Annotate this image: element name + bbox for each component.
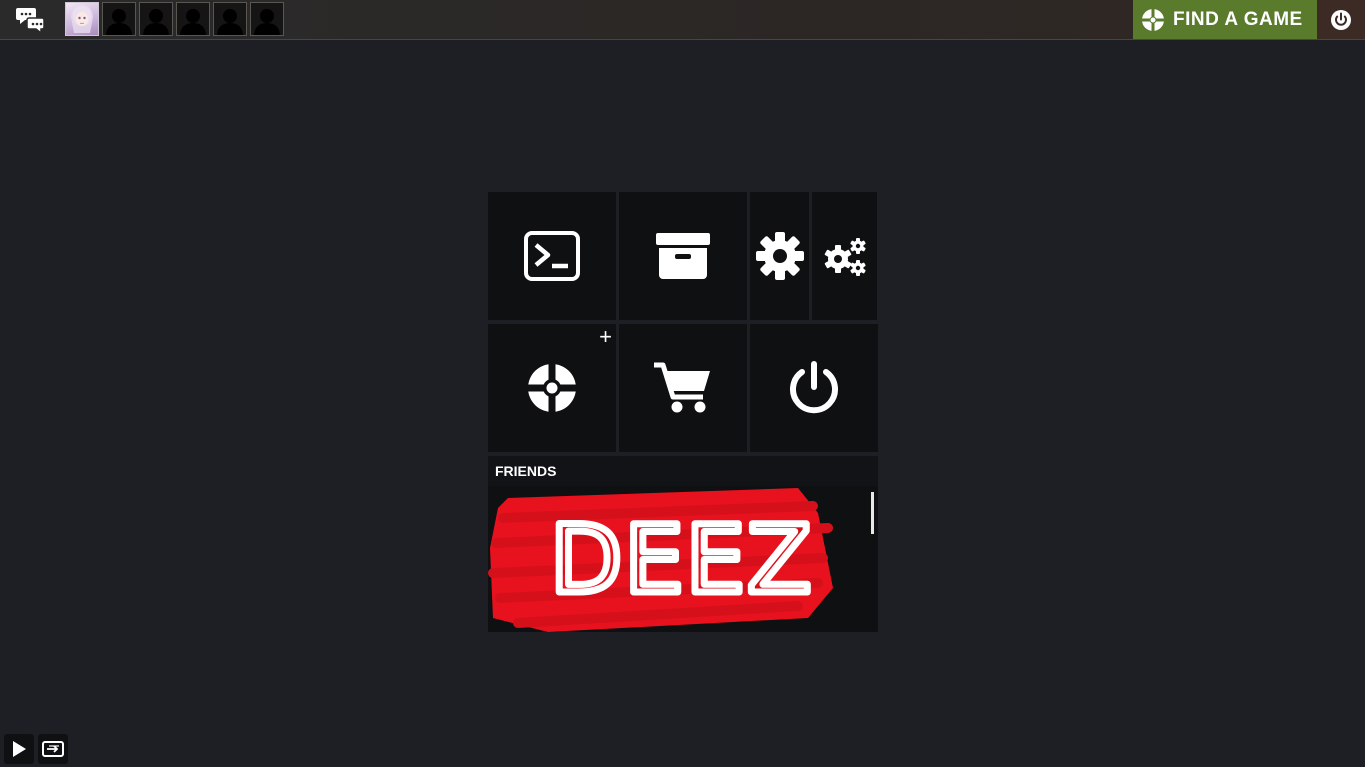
avatar-empty-slot[interactable]: [250, 2, 284, 36]
find-a-game-label: FIND A GAME: [1173, 8, 1303, 30]
cart-icon: [654, 362, 710, 413]
friends-list[interactable]: DEEZ: [488, 488, 878, 632]
silhouette-icon: [106, 9, 132, 35]
top-bar: FIND A GAME: [0, 0, 1365, 40]
create-server-button[interactable]: +: [488, 324, 616, 452]
advanced-options-button[interactable]: [812, 192, 877, 320]
friends-scrollbar[interactable]: [871, 492, 874, 534]
gear-icon: [755, 232, 804, 280]
silhouette-icon: [254, 9, 280, 35]
friends-panel: FRIENDS DEEZ: [488, 456, 878, 632]
power-icon: [790, 361, 838, 414]
quit-button[interactable]: [750, 324, 878, 452]
friends-title: FRIENDS: [488, 456, 878, 486]
avatar-empty-slot[interactable]: [139, 2, 173, 36]
play-icon: [13, 741, 26, 757]
party-avatars: [65, 2, 284, 36]
silhouette-icon: [180, 9, 206, 35]
user-avatar-image: [71, 5, 93, 33]
plus-icon: +: [599, 324, 612, 349]
censor-scribble: DEEZ: [488, 488, 833, 632]
archive-box-icon: [656, 233, 710, 279]
censor-text: DEEZ: [550, 506, 814, 615]
chat-button[interactable]: [0, 0, 62, 39]
replay-button[interactable]: [38, 734, 68, 764]
avatar-empty-slot[interactable]: [176, 2, 210, 36]
tf2-logo-icon: [1141, 7, 1165, 32]
avatar-empty-slot[interactable]: [213, 2, 247, 36]
quit-top-button[interactable]: [1317, 0, 1365, 39]
silhouette-icon: [143, 9, 169, 35]
silhouette-icon: [217, 9, 243, 35]
store-button[interactable]: [619, 324, 747, 452]
play-demo-button[interactable]: [4, 734, 34, 764]
tf2-logo-icon: [527, 363, 577, 413]
chat-bubbles-icon: [16, 7, 45, 34]
find-a-game-button[interactable]: FIND A GAME: [1133, 0, 1317, 39]
options-button[interactable]: [750, 192, 809, 320]
avatar-self[interactable]: [65, 2, 99, 36]
backpack-button[interactable]: [619, 192, 747, 320]
console-button[interactable]: [488, 192, 616, 320]
gears-icon: [824, 238, 866, 276]
power-icon: [1331, 9, 1351, 30]
terminal-icon: [524, 231, 580, 281]
replay-icon: [42, 741, 64, 757]
avatar-empty-slot[interactable]: [102, 2, 136, 36]
